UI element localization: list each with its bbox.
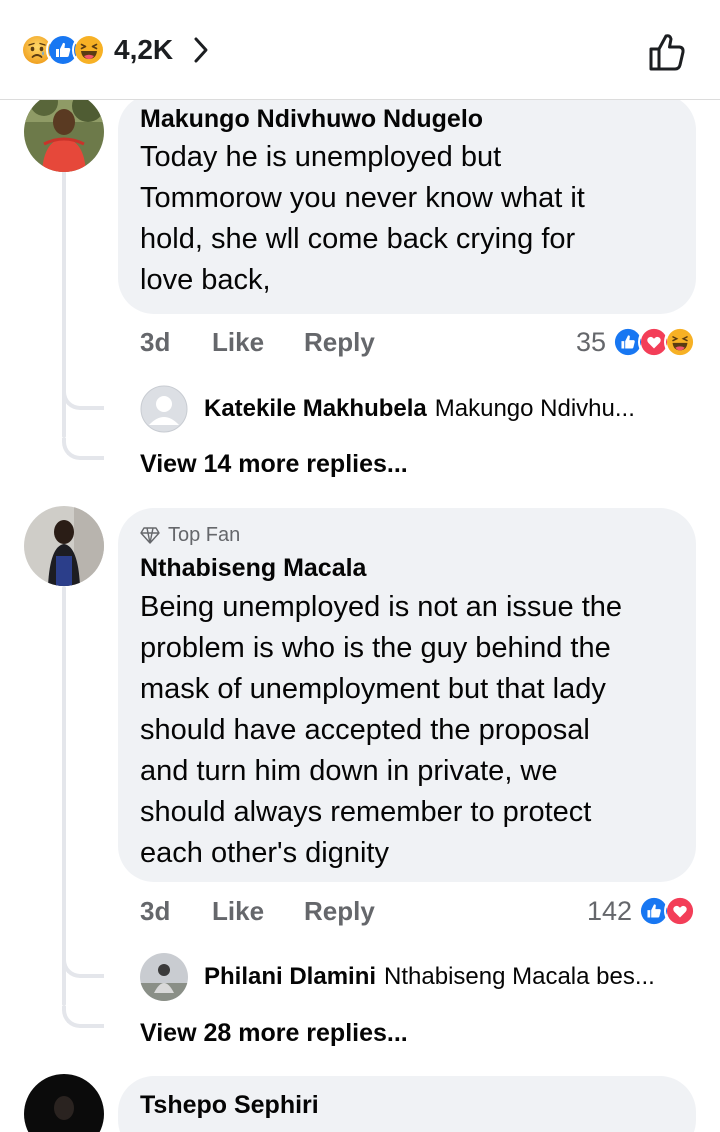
comment-actions: 3d Like Reply 142 — [140, 891, 696, 931]
avatar — [140, 953, 188, 1001]
reply-snippet: Nthabiseng Macala bes... — [384, 963, 655, 990]
comment-author[interactable]: Tshepo Sephiri — [140, 1090, 674, 1120]
reply-text: Katekile Makhubela Makungo Ndivhu... — [204, 395, 635, 423]
default-avatar-icon — [140, 385, 188, 433]
thread-branch — [62, 956, 104, 978]
reaction-count: 142 — [586, 895, 632, 926]
comment-bubble[interactable]: Tshepo Sephiri — [118, 1076, 696, 1132]
comment-bubble[interactable]: Makungo Ndivhuwo Ndugelo Today he is une… — [118, 94, 696, 314]
reactions-header: 4,2K — [0, 0, 720, 100]
comment-time[interactable]: 3d — [140, 327, 212, 358]
comment-text-line: each other's dignity — [140, 837, 389, 869]
love-reaction-icon — [664, 895, 696, 927]
comment-author[interactable]: Nthabiseng Macala — [140, 553, 674, 583]
comment-reactions[interactable]: 35 — [576, 326, 696, 358]
haha-reaction-icon — [72, 33, 106, 67]
reply-snippet: Makungo Ndivhu... — [434, 395, 635, 422]
reply-button[interactable]: Reply — [304, 896, 424, 927]
comment-text-line: Being unemployed is not an issue the — [140, 591, 623, 623]
chevron-right-icon — [194, 37, 208, 63]
comment-text-line: problem is who is the guy behind the — [140, 632, 611, 664]
view-more-replies[interactable]: View 14 more replies... — [140, 450, 408, 479]
reactions-summary[interactable]: 4,2K — [20, 30, 211, 70]
comment-text-line: should always remember to protect — [140, 796, 592, 828]
thread-branch — [62, 438, 104, 460]
reply-author[interactable]: Philani Dlamini — [204, 963, 376, 990]
thumbs-up-outline-icon[interactable] — [646, 30, 690, 74]
thread-line — [62, 586, 66, 1006]
haha-reaction-icon — [664, 326, 696, 358]
comment-reactions[interactable]: 142 — [587, 895, 696, 927]
comment-text-line: and turn him down in private, we — [140, 755, 558, 787]
comment-text-line: should have accepted the proposal — [140, 714, 590, 746]
reply-preview[interactable]: Katekile Makhubela Makungo Ndivhu... — [140, 384, 700, 434]
like-button[interactable]: Like — [212, 896, 304, 927]
view-more-replies[interactable]: View 28 more replies... — [140, 1019, 408, 1048]
comment-text-line: Tommorow you never know what it — [140, 182, 585, 214]
top-fan-label: Top Fan — [168, 524, 241, 546]
comment-bubble[interactable]: Top Fan Nthabiseng Macala Being unemploy… — [118, 508, 696, 882]
thread-branch — [62, 1006, 104, 1028]
like-button[interactable]: Like — [212, 327, 304, 358]
diamond-icon — [140, 527, 160, 544]
comment-author[interactable]: Makungo Ndivhuwo Ndugelo — [140, 104, 674, 134]
reply-preview[interactable]: Philani Dlamini Nthabiseng Macala bes... — [140, 952, 700, 1002]
comment-text-line: hold, she wll come back crying for — [140, 223, 576, 255]
comment-actions: 3d Like Reply 35 — [140, 322, 696, 362]
reply-button[interactable]: Reply — [304, 327, 424, 358]
comment-time[interactable]: 3d — [140, 896, 212, 927]
top-fan-badge: Top Fan — [140, 522, 674, 548]
reaction-count: 35 — [575, 326, 606, 357]
comment-text-line: Today he is unemployed but — [140, 141, 502, 173]
reply-text: Philani Dlamini Nthabiseng Macala bes... — [204, 963, 655, 991]
total-reaction-count: 4,2K — [114, 34, 174, 65]
avatar[interactable] — [24, 506, 104, 586]
comment-text-line: love back, — [140, 264, 271, 296]
avatar[interactable] — [24, 1074, 104, 1132]
reply-author[interactable]: Katekile Makhubela — [204, 395, 427, 422]
avatar[interactable] — [24, 92, 104, 172]
comment-text-line: mask of unemployment but that lady — [140, 673, 606, 705]
thread-branch — [62, 388, 104, 410]
